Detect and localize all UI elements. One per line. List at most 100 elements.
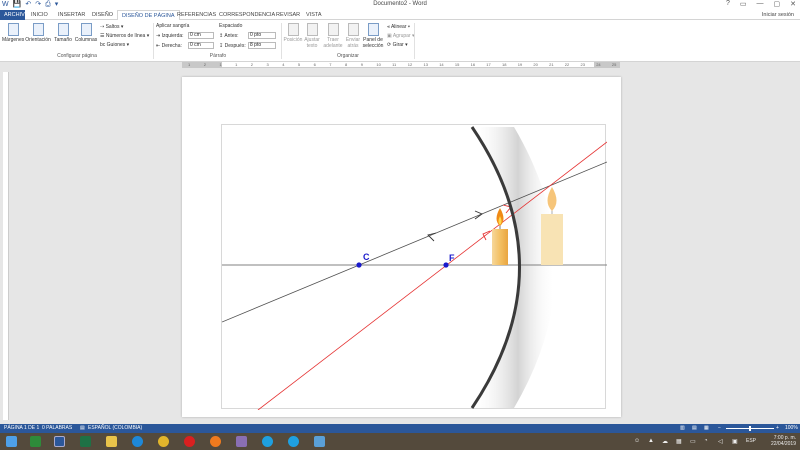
tab-vista[interactable]: VISTA: [302, 10, 326, 20]
ribbon-display-icon[interactable]: ▭: [740, 0, 747, 8]
clock[interactable]: 7:00 p. m. 22/04/2019: [771, 435, 796, 447]
tab-correspondencia[interactable]: CORRESPONDENCIA: [215, 10, 279, 20]
columns-icon: [80, 23, 92, 36]
group-button[interactable]: ▣ Agrupar ▾: [387, 33, 415, 39]
send-backward-button[interactable]: Enviar atrás: [344, 23, 362, 49]
selection-pane-button[interactable]: Panel de selección: [362, 23, 384, 49]
indent-left-field[interactable]: 0 cm: [188, 32, 214, 39]
group-separator: [153, 23, 154, 59]
tab-insertar[interactable]: INSERTAR: [54, 10, 89, 20]
proofing-icon[interactable]: ▤: [80, 424, 85, 433]
spacing-after-label: ↧ Después:: [219, 43, 246, 49]
window-title: Documento2 - Word: [373, 1, 427, 7]
ruler-tick: 6: [313, 62, 316, 67]
tab-archivo[interactable]: ARCHIVO: [0, 10, 29, 20]
wrap-text-button[interactable]: Ajustar texto: [303, 23, 321, 49]
hyphenation-label: Guiones: [106, 42, 126, 48]
group-separator: [414, 23, 415, 59]
group-configurar-pagina: Configurar página: [57, 53, 97, 59]
excel-green-icon[interactable]: [30, 436, 41, 447]
start-icon[interactable]: [6, 436, 17, 447]
columns-button[interactable]: Columnas: [74, 23, 98, 43]
breaks-button[interactable]: ⇢ Saltos ▾: [100, 24, 123, 30]
tab-diseno-de-pagina[interactable]: DISEÑO DE PÁGINA: [117, 10, 180, 20]
ruler-tick: 15: [454, 62, 460, 67]
spacing-before-field[interactable]: 0 pto: [248, 32, 276, 39]
tab-revisar[interactable]: REVISAR: [272, 10, 304, 20]
language-indicator[interactable]: ESP: [746, 438, 756, 444]
people-icon[interactable]: ☺: [634, 438, 640, 444]
skype2-icon[interactable]: [288, 436, 299, 447]
excel-icon[interactable]: [80, 436, 91, 447]
indent-right-field[interactable]: 0 cm: [188, 42, 214, 49]
status-bar: PÁGINA 1 DE 1 0 PALABRAS ▤ ESPAÑOL (COLO…: [0, 424, 800, 433]
wifi-icon[interactable]: ◔: [704, 438, 708, 444]
image-flame-icon: [547, 187, 557, 211]
app-icon[interactable]: [314, 436, 325, 447]
ruler-tick: 11: [392, 62, 397, 67]
spacing-after-text: Después:: [224, 43, 246, 49]
sign-in-link[interactable]: Iniciar sesión: [762, 10, 794, 20]
opera-icon[interactable]: [184, 436, 195, 447]
rotate-button[interactable]: ⟳ Girar ▾: [387, 42, 408, 48]
network-icon[interactable]: ▦: [676, 438, 682, 445]
help-icon[interactable]: ?: [726, 0, 730, 8]
align-button[interactable]: ⫷ Alinear ▾: [387, 24, 410, 30]
read-mode-icon[interactable]: ▥: [680, 424, 685, 433]
position-icon: [287, 23, 299, 36]
line-numbers-button[interactable]: ☰ Números de línea ▾: [100, 33, 149, 39]
center-point: [356, 262, 362, 268]
zoom-out-icon[interactable]: −: [718, 424, 721, 433]
indent-right-label: ⇤ Derecha:: [156, 43, 182, 49]
orientation-button[interactable]: Orientación: [25, 23, 51, 43]
word-count[interactable]: 0 PALABRAS: [42, 424, 72, 433]
photos-icon[interactable]: [236, 436, 247, 447]
minimize-icon[interactable]: —: [757, 0, 764, 8]
tab-referencias[interactable]: REFERENCIAS: [173, 10, 220, 20]
print-layout-icon[interactable]: ▤: [692, 424, 697, 433]
word-icon[interactable]: [54, 436, 65, 447]
tab-diseno[interactable]: DISEÑO: [88, 10, 117, 20]
explorer-icon[interactable]: [106, 436, 117, 447]
group-separator: [281, 23, 282, 59]
volume-icon[interactable]: ◁: [718, 438, 723, 445]
size-label: Tamaño: [54, 37, 72, 43]
indent-left-text: Izquierda:: [161, 33, 184, 39]
spacing-after-field[interactable]: 8 pto: [248, 42, 276, 49]
horizontal-ruler[interactable]: 1 2 1 1 2 3 4 5 6 7 8 9 10 11 12 13 14 15 16 17 18 19 20 21 22 23…: [182, 62, 620, 68]
zoom-slider-thumb[interactable]: [749, 426, 751, 431]
firefox-icon[interactable]: [210, 436, 221, 447]
optics-figure[interactable]: C F: [221, 124, 608, 411]
orientation-icon: [32, 23, 44, 36]
ruler-tick: 2: [203, 62, 206, 67]
ruler-tick: 4: [282, 62, 285, 67]
tab-inicio[interactable]: INICIO: [27, 10, 52, 20]
selection-pane-label: Panel de selección: [362, 37, 384, 49]
margins-button[interactable]: Márgenes: [2, 23, 24, 43]
size-button[interactable]: Tamaño: [52, 23, 74, 43]
battery-icon[interactable]: ▭: [690, 438, 696, 445]
language[interactable]: ESPAÑOL (COLOMBIA): [88, 424, 142, 433]
ruler-tick: 10: [376, 62, 381, 67]
chrome-icon[interactable]: [158, 436, 169, 447]
selection-pane-icon: [367, 23, 379, 36]
ruler-tick: 13: [423, 62, 428, 67]
vertical-ruler[interactable]: [3, 72, 9, 420]
ruler-tick: 23: [580, 62, 585, 67]
close-icon[interactable]: ✕: [790, 0, 796, 8]
onedrive-icon[interactable]: ☁: [662, 438, 668, 445]
zoom-level[interactable]: 100%: [785, 424, 798, 433]
ruler-tick: 8: [345, 62, 348, 67]
ime-icon[interactable]: ▣: [732, 438, 738, 445]
zoom-in-icon[interactable]: +: [776, 424, 779, 433]
orientation-label: Orientación: [25, 37, 51, 43]
bring-forward-button[interactable]: Traer adelante: [323, 23, 343, 49]
skype-icon[interactable]: [262, 436, 273, 447]
position-button[interactable]: Posición: [283, 23, 303, 43]
maximize-icon[interactable]: ▢: [774, 0, 781, 8]
hyphenation-button[interactable]: bc Guiones ▾: [100, 42, 129, 48]
web-layout-icon[interactable]: ▦: [704, 424, 709, 433]
page-count[interactable]: PÁGINA 1 DE 1: [4, 424, 39, 433]
notification-icon[interactable]: ▲: [648, 438, 654, 444]
edge-icon[interactable]: [132, 436, 143, 447]
